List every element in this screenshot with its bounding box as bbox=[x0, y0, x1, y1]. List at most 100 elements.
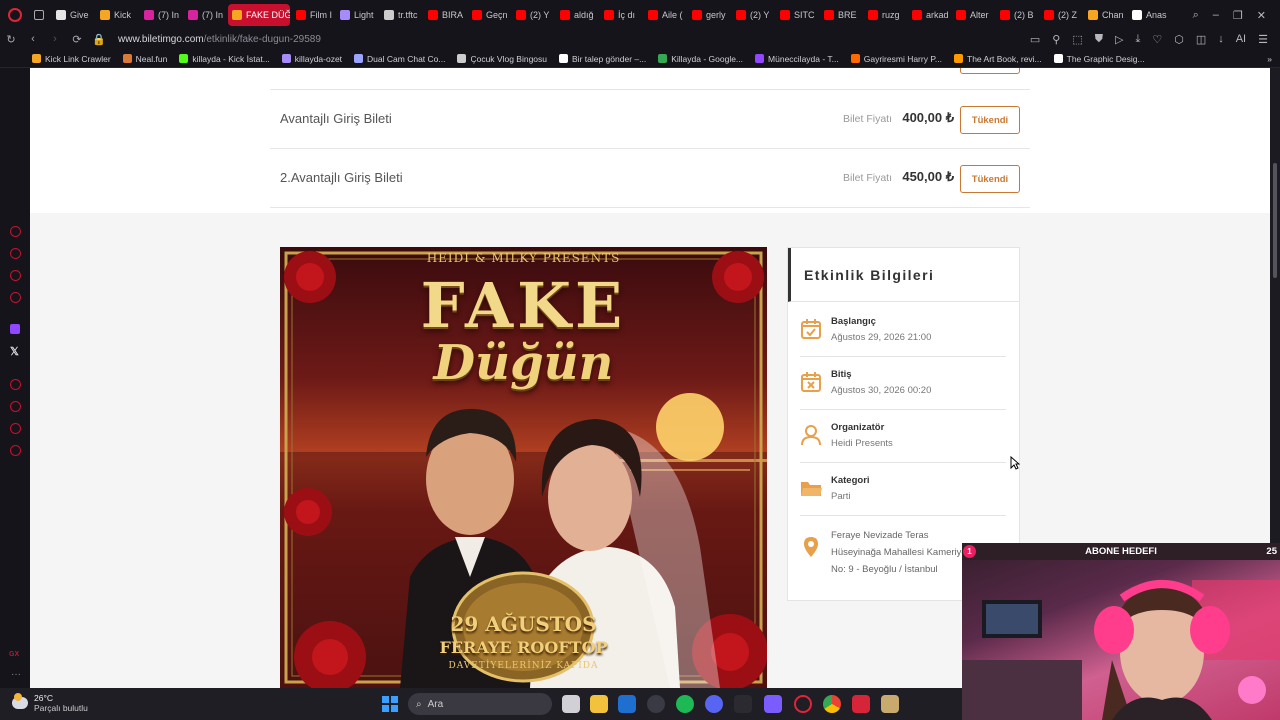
play-icon[interactable]: ▷ bbox=[1115, 33, 1123, 46]
refresh-icon[interactable]: ⟳ bbox=[66, 33, 88, 46]
x-twitter-icon[interactable]: 𝕏 bbox=[10, 345, 19, 358]
file-explorer-icon[interactable] bbox=[590, 695, 608, 713]
menu-icon[interactable]: ☰ bbox=[1258, 33, 1268, 46]
task-view-icon[interactable] bbox=[562, 695, 580, 713]
extensions-icon[interactable]: ⬡ bbox=[1174, 33, 1184, 46]
search-tabs-icon[interactable]: ⌕ bbox=[1193, 9, 1199, 22]
minimize-icon[interactable]: – bbox=[1213, 9, 1219, 22]
scrollbar-thumb[interactable] bbox=[1273, 163, 1277, 278]
reload-icon[interactable]: ↻ bbox=[0, 33, 22, 46]
league-icon[interactable] bbox=[881, 695, 899, 713]
bookmark-item[interactable]: killayda - Kick İstat... bbox=[179, 54, 270, 64]
bookmark-item[interactable]: The Art Book, revi... bbox=[954, 54, 1042, 64]
settings-icon[interactable] bbox=[10, 445, 21, 456]
tab-12[interactable]: İç dı bbox=[600, 4, 642, 26]
wallet-icon[interactable]: ◫ bbox=[1196, 33, 1206, 46]
tab-label: BRE bbox=[838, 10, 857, 20]
history-icon[interactable] bbox=[10, 401, 21, 412]
tab-8[interactable]: BIRA bbox=[424, 4, 466, 26]
obs-icon[interactable] bbox=[647, 695, 665, 713]
forward-icon[interactable]: › bbox=[44, 33, 66, 45]
shield-icon[interactable]: ⛊ bbox=[1095, 33, 1103, 46]
bookmark-item[interactable]: Çocuk Vlog Bingosu bbox=[457, 54, 547, 64]
tab-label: Film I bbox=[310, 10, 332, 20]
bookmarks-icon[interactable] bbox=[10, 423, 21, 434]
soldout-button[interactable] bbox=[960, 68, 1020, 74]
music-icon[interactable] bbox=[10, 292, 21, 303]
opera-gx-icon[interactable] bbox=[794, 695, 812, 713]
tab-11[interactable]: aldığ bbox=[556, 4, 598, 26]
tab-24[interactable]: Anas bbox=[1128, 4, 1170, 26]
tab-workspaces[interactable] bbox=[30, 4, 52, 26]
player-icon[interactable] bbox=[10, 379, 21, 390]
weather-widget[interactable]: 26°C Parçalı bulutlu bbox=[12, 693, 88, 713]
bookmark-item[interactable]: Neal.fun bbox=[122, 54, 167, 64]
bookmark-item[interactable]: Gayriresmi Harry P... bbox=[850, 54, 942, 64]
bookmark-item[interactable]: Kick Link Crawler bbox=[32, 54, 111, 64]
close-icon[interactable]: ✕ bbox=[1257, 9, 1266, 22]
tab-6[interactable]: Light bbox=[336, 4, 378, 26]
soldout-button[interactable]: Tükendi bbox=[960, 106, 1020, 134]
gx-corner-icon[interactable] bbox=[10, 248, 21, 259]
bookmark-item[interactable]: The Graphic Desig... bbox=[1053, 54, 1145, 64]
messenger-icon[interactable] bbox=[10, 270, 21, 281]
tab-3[interactable]: (7) In bbox=[184, 4, 226, 26]
tab-label: (2) B bbox=[1014, 10, 1034, 20]
back-icon[interactable]: ‹ bbox=[22, 33, 44, 45]
bookmark-item[interactable]: Müneccilayda - T... bbox=[755, 54, 839, 64]
restore-icon[interactable]: ❐ bbox=[1233, 9, 1243, 22]
download-icon[interactable]: ⤓ bbox=[1135, 33, 1140, 46]
outlook-icon[interactable] bbox=[618, 695, 636, 713]
event-poster[interactable]: HEIDI & MILKY PRESENTS FAKE Düğün 29 AĞU… bbox=[280, 247, 767, 688]
reader-icon[interactable]: ▭ bbox=[1030, 33, 1040, 46]
tab-14[interactable]: gerly bbox=[688, 4, 730, 26]
tab-4[interactable]: FAKE DÜĞ bbox=[228, 4, 290, 26]
tab-20[interactable]: Alter bbox=[952, 4, 994, 26]
tab-9[interactable]: Geçn bbox=[468, 4, 510, 26]
ai-icon[interactable]: AI bbox=[1236, 33, 1246, 46]
url-field[interactable]: www.biletimgo.com/etkinlik/fake-dugun-29… bbox=[118, 34, 321, 45]
tab-16[interactable]: SITC bbox=[776, 4, 818, 26]
downloads-icon[interactable]: ↓ bbox=[1218, 33, 1224, 46]
taskbar-search-label: Ara bbox=[427, 698, 444, 710]
start-button-icon[interactable] bbox=[382, 696, 398, 712]
tab-10[interactable]: (2) Y bbox=[512, 4, 554, 26]
chrome-icon[interactable] bbox=[823, 695, 841, 713]
tab-label: (7) In bbox=[158, 10, 180, 20]
bookmarks-overflow-icon[interactable]: » bbox=[1267, 54, 1280, 64]
taskbar-search[interactable]: ⌕ Ara bbox=[408, 693, 552, 715]
tab-21[interactable]: (2) B bbox=[996, 4, 1038, 26]
tab-19[interactable]: arkad bbox=[908, 4, 950, 26]
bookmark-label: The Art Book, revi... bbox=[967, 53, 1042, 64]
spotify-icon[interactable] bbox=[676, 695, 694, 713]
tab-22[interactable]: (2) Z bbox=[1040, 4, 1082, 26]
twitch-icon[interactable] bbox=[10, 324, 20, 334]
more-icon[interactable]: ··· bbox=[11, 669, 21, 680]
bookmark-item[interactable]: Killayda - Google... bbox=[658, 54, 743, 64]
tab-1[interactable]: Kick bbox=[96, 4, 138, 26]
tab-15[interactable]: (2) Y bbox=[732, 4, 774, 26]
slack-icon[interactable] bbox=[764, 695, 782, 713]
tab-favicon-icon bbox=[560, 10, 570, 20]
bookmark-item[interactable]: Dual Cam Chat Co... bbox=[354, 54, 445, 64]
bookmark-item[interactable]: Bir talep gönder –... bbox=[559, 54, 646, 64]
tab-13[interactable]: Aile ( bbox=[644, 4, 686, 26]
bookmark-item[interactable]: killayda-ozet bbox=[281, 54, 342, 64]
heart-icon[interactable]: ♡ bbox=[1152, 33, 1162, 46]
tab-17[interactable]: BRE bbox=[820, 4, 862, 26]
tab-23[interactable]: Chan bbox=[1084, 4, 1126, 26]
stream-deck-icon[interactable] bbox=[852, 695, 870, 713]
tab-2[interactable]: (7) In bbox=[140, 4, 182, 26]
snapshot-icon[interactable]: ⬚ bbox=[1072, 33, 1082, 46]
opera-logo-icon[interactable] bbox=[0, 0, 30, 30]
tab-5[interactable]: Film I bbox=[292, 4, 334, 26]
tab-0[interactable]: Give bbox=[52, 4, 94, 26]
tab-18[interactable]: ruzg bbox=[864, 4, 906, 26]
pin-icon[interactable]: ⚲ bbox=[1052, 33, 1060, 46]
tab-7[interactable]: tr.tftc bbox=[380, 4, 422, 26]
aria-icon[interactable] bbox=[10, 226, 21, 237]
discord-icon[interactable] bbox=[705, 695, 723, 713]
epic-icon[interactable] bbox=[734, 695, 752, 713]
info-value: Heidi Presents bbox=[831, 438, 893, 449]
soldout-button[interactable]: Tükendi bbox=[960, 165, 1020, 193]
